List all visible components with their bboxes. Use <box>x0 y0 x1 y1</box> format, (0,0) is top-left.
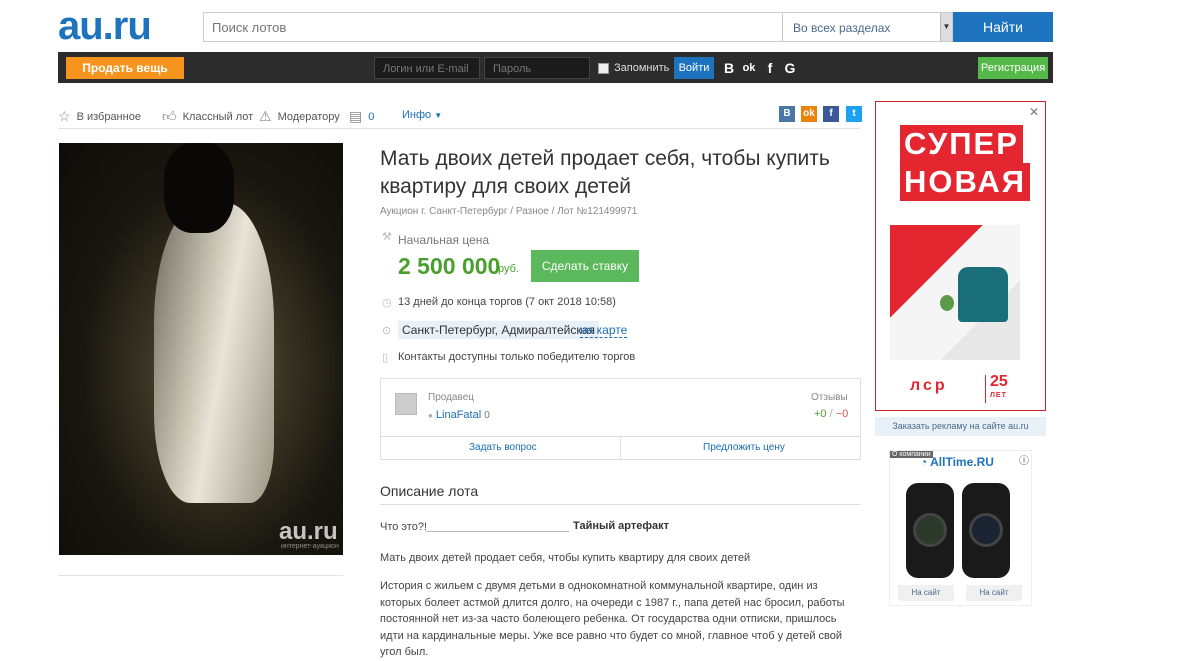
divider <box>380 504 861 505</box>
watch-image-2[interactable] <box>962 483 1010 578</box>
seller-name[interactable]: ● LinaFatal 0 <box>428 409 490 421</box>
thumbs-up-icon: 👍︎ <box>162 108 177 124</box>
find-button[interactable]: Найти <box>953 12 1053 42</box>
enter-button[interactable]: Войти <box>674 57 714 79</box>
dotted-leader <box>426 531 569 532</box>
close-icon[interactable]: ✕ <box>1029 105 1039 119</box>
share-twitter-icon[interactable]: t <box>846 106 862 122</box>
watch-face <box>969 513 1003 547</box>
share-vk-icon[interactable]: В <box>779 106 795 122</box>
ad2-brand-text: AllTime.RU <box>930 455 994 469</box>
place-bid-button[interactable]: Сделать ставку <box>531 250 639 282</box>
moderator-label: Модератору <box>277 110 340 123</box>
sell-button[interactable]: Продать вещь <box>66 57 184 79</box>
photo-watermark: au.ru <box>279 518 338 545</box>
ad-headline-2: НОВАЯ <box>900 163 1031 201</box>
description-paragraph: Мать двоих детей продает себя, чтобы куп… <box>380 552 751 564</box>
phone-icon: ▯ <box>382 352 389 364</box>
contacts-note: Контакты доступны только победителю торг… <box>398 351 636 363</box>
map-link[interactable]: на карте <box>580 323 628 338</box>
price-value: 2 500 000 <box>398 253 501 279</box>
moderator-action[interactable]: ⚠ Модератору <box>259 108 340 125</box>
ad-years: 25 <box>990 373 1008 390</box>
clock-icon: ◷ <box>382 297 392 309</box>
search-input[interactable] <box>203 12 783 42</box>
advertise-link[interactable]: Заказать рекламу на сайте au.ru <box>875 417 1046 436</box>
facebook-login-icon[interactable]: f <box>762 58 778 78</box>
ad-plant-image <box>940 295 954 311</box>
photo-watermark-sub: интернет-аукцион <box>281 543 339 550</box>
register-button[interactable]: Регистрация <box>978 57 1048 79</box>
offer-price-button[interactable]: Предложить цену <box>703 442 785 453</box>
password-input[interactable]: Пароль <box>484 57 590 79</box>
comment-icon: ▤ <box>349 108 363 124</box>
lot-photo[interactable]: au.ru интернет-аукцион <box>59 143 343 555</box>
clock-icon: ◔ <box>920 455 928 469</box>
login-input[interactable]: Логин или E-mail <box>374 57 480 79</box>
ad-years-sub: ЛЕТ <box>990 392 1007 399</box>
reviews-counts[interactable]: +0 / −0 <box>814 408 848 420</box>
chevron-down-icon[interactable]: ▼ <box>940 13 952 41</box>
photo-shadow <box>164 143 234 233</box>
to-site-button[interactable]: На сайт <box>898 585 954 601</box>
location-text: Санкт-Петербург, Адмиралтейская <box>398 321 600 339</box>
scope-select[interactable]: Во всех разделах <box>783 12 953 42</box>
share-ok-icon[interactable]: ok <box>801 106 817 122</box>
info-label: Инфо <box>402 109 432 121</box>
site-logo[interactable]: au.ru <box>58 6 152 46</box>
ad-headline-1: СУПЕР <box>900 125 1023 163</box>
google-login-icon[interactable]: G <box>782 58 798 78</box>
remember-checkbox[interactable] <box>598 63 609 74</box>
hammer-icon: ⚒ <box>382 231 392 243</box>
remember-label: Запомнить <box>614 62 670 74</box>
lot-title: Мать двоих детей продает себя, чтобы куп… <box>380 147 830 198</box>
price-currency: руб. <box>498 263 519 275</box>
time-left: 13 дней до конца торгов (7 окт 2018 10:5… <box>398 296 616 308</box>
divider <box>620 436 621 460</box>
seller-rating: 0 <box>484 410 490 421</box>
warning-icon: ⚠ <box>259 108 272 124</box>
info-icon[interactable]: ⓘ <box>1019 452 1029 467</box>
what-label: Что это?! <box>380 521 427 533</box>
share-facebook-icon[interactable]: f <box>823 106 839 122</box>
chevron-down-icon: ▼ <box>434 111 443 120</box>
divider <box>58 575 343 576</box>
comments-count: 0 <box>368 110 375 123</box>
divider <box>58 128 860 129</box>
ad-anniversary: 25 ЛЕТ <box>985 373 1008 403</box>
ad-brand-logo: лср <box>910 377 948 394</box>
ok-login-icon[interactable]: ok <box>741 58 757 78</box>
watch-face <box>913 513 947 547</box>
breadcrumb[interactable]: Аукцион г. Санкт-Петербург / Разное / Ло… <box>380 206 637 217</box>
seller-label: Продавец <box>428 392 474 403</box>
like-label: Классный лот <box>182 110 254 123</box>
to-site-button[interactable]: На сайт <box>966 585 1022 601</box>
price-label: Начальная цена <box>398 233 490 247</box>
what-value: Тайный артефакт <box>573 520 670 532</box>
seller-name-text: LinaFatal <box>435 409 482 421</box>
comments-action[interactable]: ▤ 0 <box>349 108 374 125</box>
avatar[interactable] <box>395 393 417 415</box>
photo-figure <box>154 203 274 503</box>
favorite-action[interactable]: ☆ В избранное <box>58 108 141 125</box>
favorite-label: В избранное <box>76 110 141 123</box>
vk-login-icon[interactable]: В <box>721 58 737 78</box>
like-action[interactable]: 👍︎ Классный лот <box>162 108 253 125</box>
watch-image-1[interactable] <box>906 483 954 578</box>
description-heading: Описание лота <box>380 483 479 499</box>
location-pin-icon: ⊙ <box>382 325 392 337</box>
reviews-positive: +0 <box>814 408 827 420</box>
description-paragraph: История с жильем с двумя детьми в одноко… <box>380 580 845 658</box>
ad-chair-image <box>958 267 1008 322</box>
reviews-negative: −0 <box>835 408 849 420</box>
ask-question-button[interactable]: Задать вопрос <box>469 442 537 453</box>
ad2-brand: ◔ AllTime.RU <box>920 455 994 469</box>
reviews-label: Отзывы <box>811 392 848 403</box>
info-dropdown[interactable]: Инфо ▼ <box>402 109 442 121</box>
star-icon: ☆ <box>58 108 71 124</box>
online-dot-icon: ● <box>428 411 433 420</box>
